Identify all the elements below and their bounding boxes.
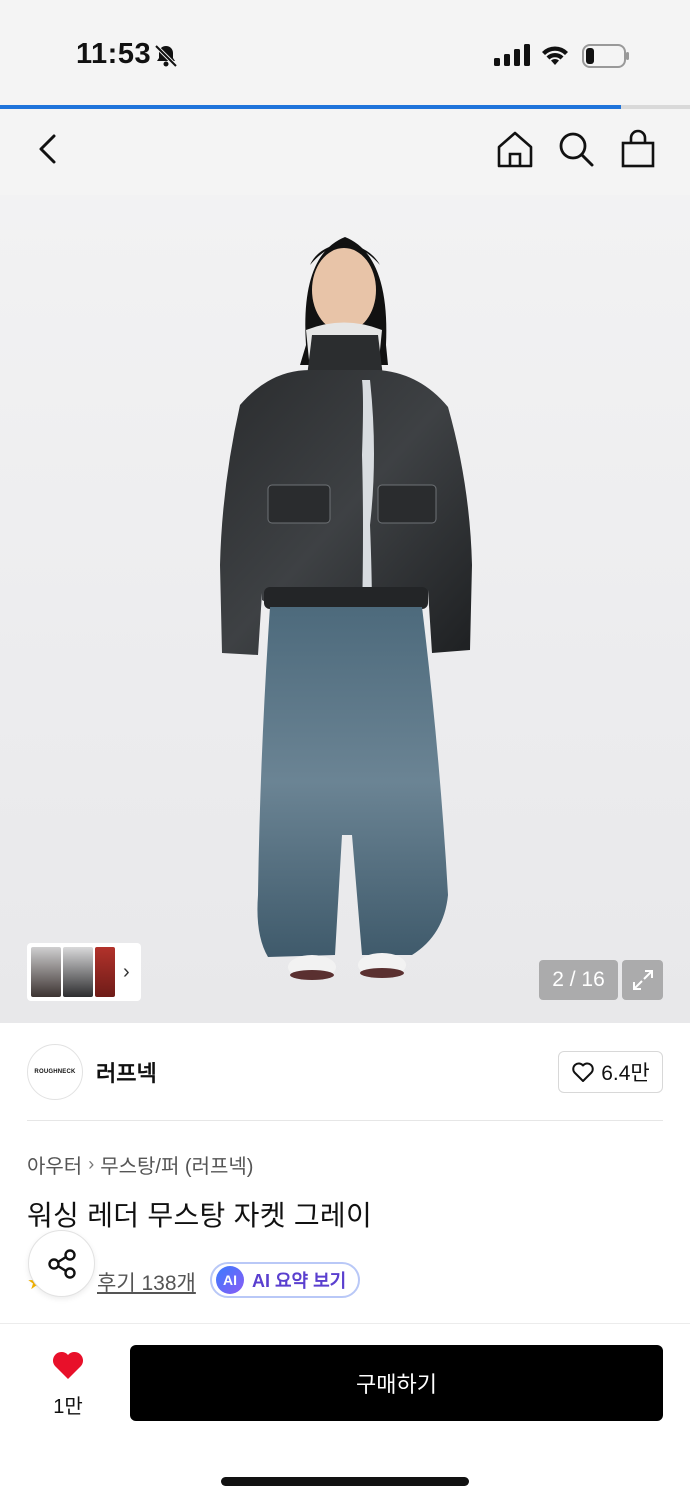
divider xyxy=(27,1120,663,1121)
bottom-like-count: 1만 xyxy=(53,1396,83,1418)
ai-summary-label: AI 요약 보기 xyxy=(252,1271,347,1291)
ai-summary-button[interactable]: AI AI 요약 보기 xyxy=(210,1262,361,1298)
brand-row: ROUGHNECK 러프넥 6.4만 xyxy=(0,1023,690,1121)
heart-outline-icon xyxy=(572,1062,594,1082)
thumbnail-3[interactable] xyxy=(95,947,115,997)
ai-icon: AI xyxy=(216,1266,244,1294)
expand-icon xyxy=(632,970,653,990)
chevron-right-icon: › xyxy=(88,1154,95,1174)
home-icon[interactable] xyxy=(495,129,535,169)
brand-like-count: 6.4만 xyxy=(601,1062,650,1085)
thumbnail-2[interactable] xyxy=(63,947,93,997)
brand-name[interactable]: 러프넥 xyxy=(96,1056,157,1088)
image-counter: 2 / 16 xyxy=(539,960,618,1000)
breadcrumb: 아우터 › 무스탕/퍼 (러프넥) xyxy=(27,1150,253,1179)
thumbnail-strip[interactable]: › xyxy=(27,943,141,1001)
divider xyxy=(0,1323,690,1324)
shopping-bag-icon[interactable] xyxy=(618,129,658,169)
bottom-like-button[interactable]: 1만 xyxy=(40,1345,96,1425)
bell-slash-icon xyxy=(154,44,178,68)
breadcrumb-item-category[interactable]: 아우터 xyxy=(27,1150,82,1179)
review-row: ★ 후기 138개 AI AI 요약 보기 xyxy=(27,1262,667,1298)
wifi-icon xyxy=(542,46,568,65)
thumbnail-1[interactable] xyxy=(31,947,61,997)
back-chevron-icon[interactable] xyxy=(28,129,68,169)
review-link[interactable]: 후기 138개 xyxy=(97,1267,196,1297)
signal-icon xyxy=(494,44,530,66)
breadcrumb-item-subcategory[interactable]: 무스탕/퍼 (러프넥) xyxy=(100,1150,253,1179)
share-icon xyxy=(47,1248,76,1279)
share-button[interactable] xyxy=(28,1230,95,1297)
home-indicator xyxy=(221,1477,469,1486)
status-bar: 11:53 xyxy=(0,0,690,108)
top-nav-bar xyxy=(0,109,690,195)
search-icon[interactable] xyxy=(556,129,596,169)
brand-like-button[interactable]: 6.4만 xyxy=(558,1051,663,1093)
product-image[interactable] xyxy=(0,195,690,1023)
buy-button[interactable]: 구매하기 xyxy=(130,1345,663,1421)
expand-button[interactable] xyxy=(622,960,663,1000)
product-title: 워싱 레더 무스탕 자켓 그레이 xyxy=(27,1200,373,1231)
brand-logo[interactable]: ROUGHNECK xyxy=(27,1044,83,1100)
chevron-right-icon: › xyxy=(123,960,130,983)
status-time: 11:53 xyxy=(76,38,152,70)
product-photo-model xyxy=(220,237,472,980)
battery-icon xyxy=(582,44,629,68)
heart-filled-icon xyxy=(52,1351,84,1379)
